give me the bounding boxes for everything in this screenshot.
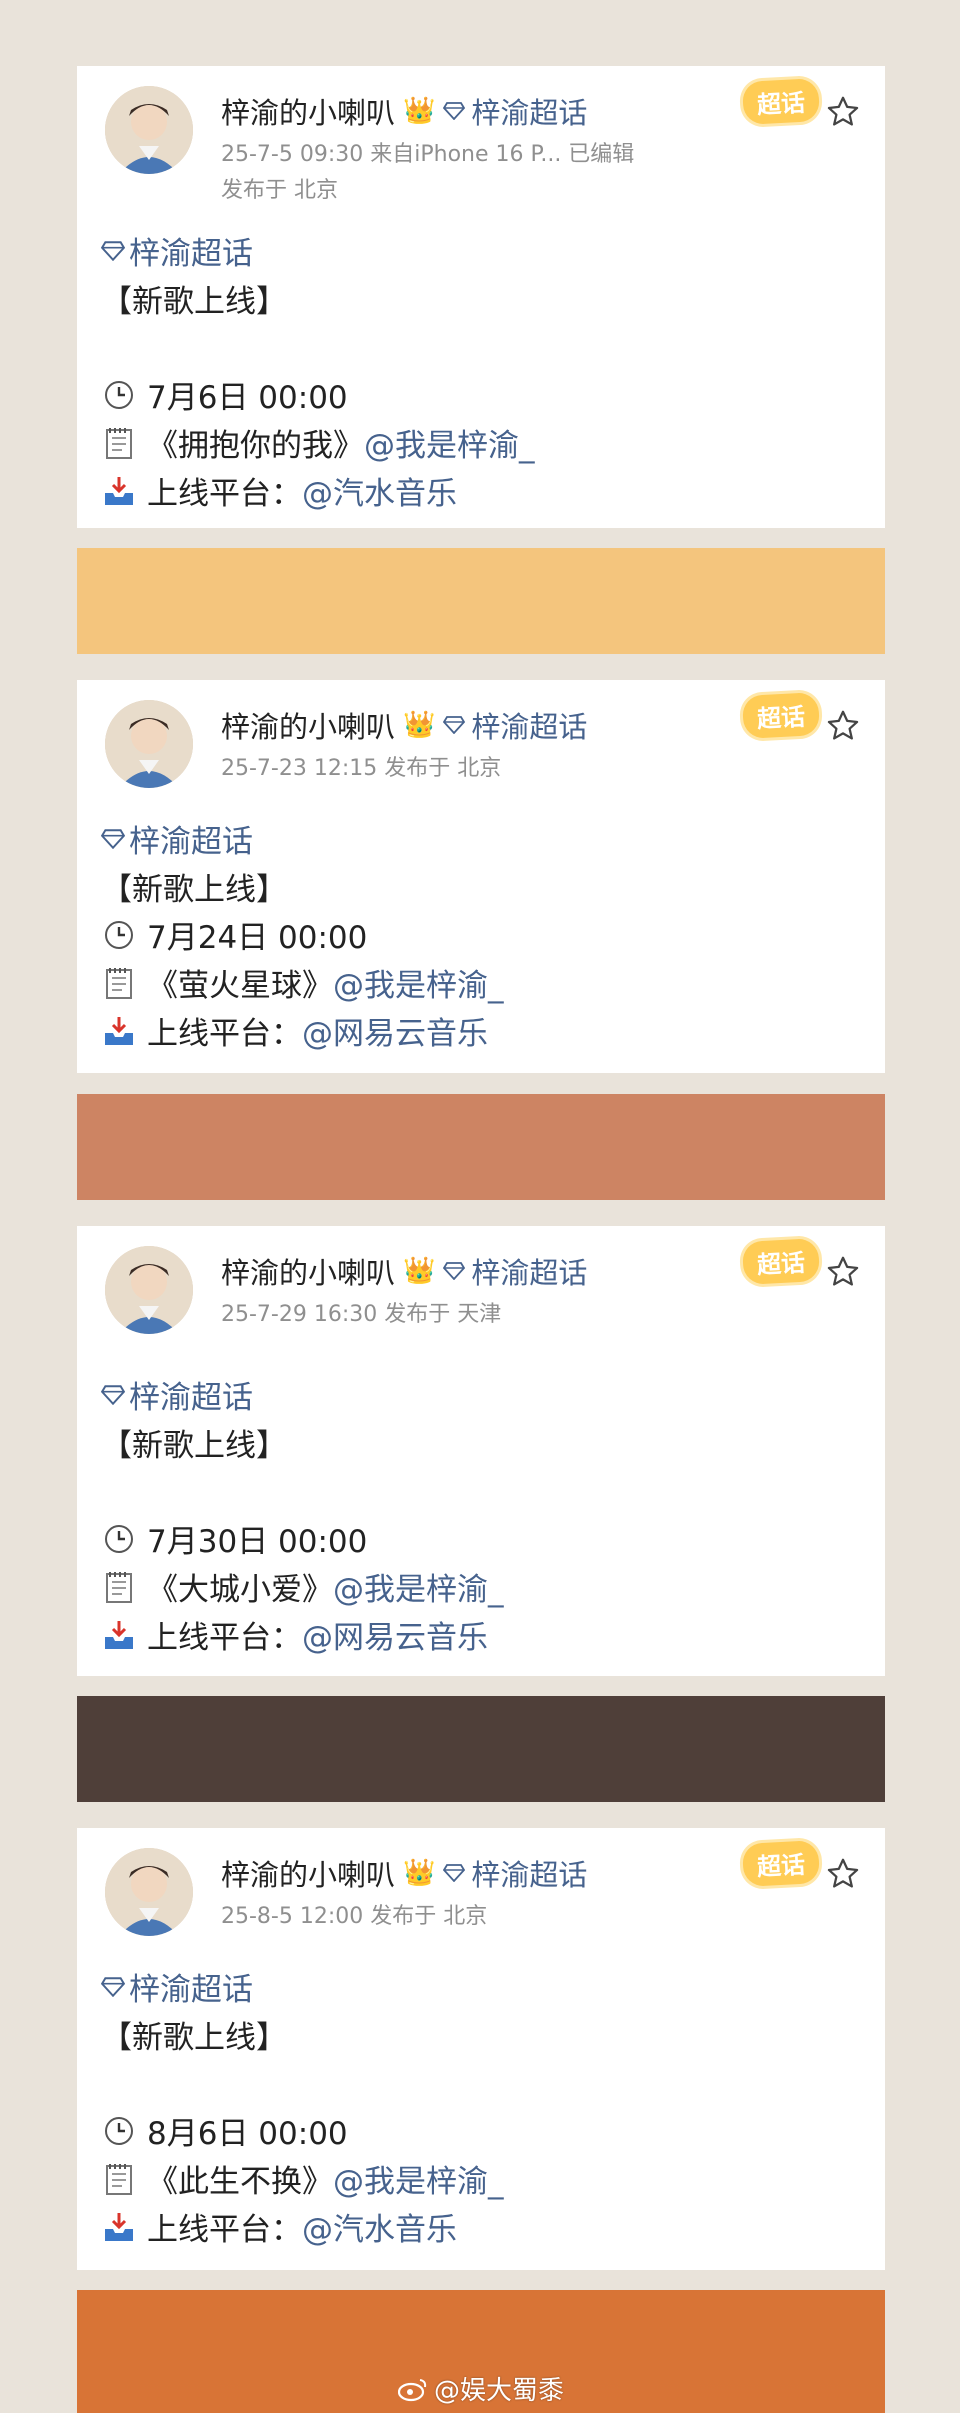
song-line: 《萤火星球》 @我是梓渝_ — [101, 960, 504, 1005]
post-meta: 25-7-29 16:30 发布于 天津 — [221, 1302, 502, 1327]
author-row: 梓渝的小喇叭 👑 梓渝超话 — [221, 1852, 587, 1894]
diamond-icon — [443, 1262, 466, 1280]
star-icon[interactable] — [825, 708, 861, 744]
post-meta: 25-7-23 12:15 发布于 北京 — [221, 756, 502, 781]
crown-icon: 👑 — [403, 96, 436, 126]
diamond-icon — [443, 102, 466, 120]
crown-icon: 👑 — [403, 710, 436, 740]
post-card: 梓渝的小喇叭 👑 梓渝超话 25-7-5 09:30 来自iPhone 16 P… — [77, 66, 885, 528]
mention-link[interactable]: @汽水音乐 — [302, 468, 457, 513]
song-line: 《拥抱你的我》 @我是梓渝_ — [101, 420, 535, 465]
super-topic-badge[interactable]: 超话 — [741, 692, 821, 739]
diamond-icon — [443, 716, 466, 734]
clock-icon — [101, 377, 137, 413]
headline: 【新歌上线】 — [101, 2020, 287, 2056]
post-card: 梓渝的小喇叭 👑 梓渝超话 25-7-29 16:30 发布于 天津 超话 梓渝… — [77, 1226, 885, 1676]
platform-line: 上线平台： @汽水音乐 — [101, 468, 457, 513]
color-bar — [77, 548, 885, 654]
inbox-tray-icon — [101, 1617, 137, 1653]
platform-line: 上线平台： @网易云音乐 — [101, 1612, 488, 1657]
time-line: 8月6日 00:00 — [101, 2108, 348, 2153]
topic-link-mini[interactable]: 梓渝超话 — [443, 704, 587, 746]
star-icon[interactable] — [825, 1856, 861, 1892]
topic-link-mini[interactable]: 梓渝超话 — [443, 1250, 587, 1292]
time-line: 7月24日 00:00 — [101, 912, 367, 957]
avatar[interactable] — [105, 700, 193, 788]
mention-link[interactable]: @网易云音乐 — [302, 1008, 488, 1053]
inbox-tray-icon — [101, 1013, 137, 1049]
headline: 【新歌上线】 — [101, 1428, 287, 1464]
star-icon[interactable] — [825, 1254, 861, 1290]
author-name[interactable]: 梓渝的小喇叭 — [221, 1852, 395, 1894]
inbox-tray-icon — [101, 473, 137, 509]
topic-line[interactable]: 梓渝超话 — [101, 1372, 253, 1417]
diamond-icon — [443, 1864, 466, 1882]
author-name[interactable]: 梓渝的小喇叭 — [221, 1250, 395, 1292]
post-meta: 25-7-5 09:30 来自iPhone 16 P... 已编辑 — [221, 142, 635, 167]
author-name[interactable]: 梓渝的小喇叭 — [221, 704, 395, 746]
clock-icon — [101, 1521, 137, 1557]
mention-link[interactable]: @我是梓渝_ — [333, 960, 504, 1005]
inbox-tray-icon — [101, 2209, 137, 2245]
author-name[interactable]: 梓渝的小喇叭 — [221, 90, 395, 132]
clock-icon — [101, 2113, 137, 2149]
song-line: 《大城小爱》 @我是梓渝_ — [101, 1564, 504, 1609]
headline: 【新歌上线】 — [101, 872, 287, 908]
super-topic-badge[interactable]: 超话 — [741, 1238, 821, 1285]
topic-line[interactable]: 梓渝超话 — [101, 1964, 253, 2009]
clock-icon — [101, 917, 137, 953]
time-line: 7月6日 00:00 — [101, 372, 348, 417]
color-bar — [77, 1094, 885, 1200]
platform-line: 上线平台： @汽水音乐 — [101, 2204, 457, 2249]
crown-icon: 👑 — [403, 1256, 436, 1286]
author-row: 梓渝的小喇叭 👑 梓渝超话 — [221, 90, 587, 132]
crown-icon: 👑 — [403, 1858, 436, 1888]
diamond-icon — [101, 828, 125, 849]
author-row: 梓渝的小喇叭 👑 梓渝超话 — [221, 704, 587, 746]
star-icon[interactable] — [825, 94, 861, 130]
post-meta: 25-8-5 12:00 发布于 北京 — [221, 1904, 488, 1929]
mention-link[interactable]: @我是梓渝_ — [333, 2156, 504, 2201]
author-row: 梓渝的小喇叭 👑 梓渝超话 — [221, 1250, 587, 1292]
topic-link-mini[interactable]: 梓渝超话 — [443, 1852, 587, 1894]
notepad-icon — [101, 425, 137, 461]
notepad-icon — [101, 965, 137, 1001]
watermark: @娱大蜀黍 — [398, 2370, 564, 2407]
notepad-icon — [101, 2161, 137, 2197]
diamond-icon — [101, 240, 125, 261]
mention-link[interactable]: @我是梓渝_ — [364, 420, 535, 465]
song-line: 《此生不换》 @我是梓渝_ — [101, 2156, 504, 2201]
post-card: 梓渝的小喇叭 👑 梓渝超话 25-7-23 12:15 发布于 北京 超话 梓渝… — [77, 680, 885, 1073]
diamond-icon — [101, 1384, 125, 1405]
notepad-icon — [101, 1569, 137, 1605]
weibo-logo-icon — [398, 2378, 427, 2401]
color-bar — [77, 1696, 885, 1802]
platform-line: 上线平台： @网易云音乐 — [101, 1008, 488, 1053]
post-card: 梓渝的小喇叭 👑 梓渝超话 25-8-5 12:00 发布于 北京 超话 梓渝超… — [77, 1828, 885, 2270]
avatar[interactable] — [105, 1848, 193, 1936]
diamond-icon — [101, 1976, 125, 1997]
headline: 【新歌上线】 — [101, 284, 287, 320]
time-line: 7月30日 00:00 — [101, 1516, 367, 1561]
topic-link-mini[interactable]: 梓渝超话 — [443, 90, 587, 132]
mention-link[interactable]: @我是梓渝_ — [333, 1564, 504, 1609]
avatar[interactable] — [105, 86, 193, 174]
avatar[interactable] — [105, 1246, 193, 1334]
super-topic-badge[interactable]: 超话 — [741, 78, 821, 125]
topic-line[interactable]: 梓渝超话 — [101, 228, 253, 273]
mention-link[interactable]: @网易云音乐 — [302, 1612, 488, 1657]
mention-link[interactable]: @汽水音乐 — [302, 2204, 457, 2249]
super-topic-badge[interactable]: 超话 — [741, 1840, 821, 1887]
topic-line[interactable]: 梓渝超话 — [101, 816, 253, 861]
post-location: 发布于 北京 — [221, 178, 338, 203]
